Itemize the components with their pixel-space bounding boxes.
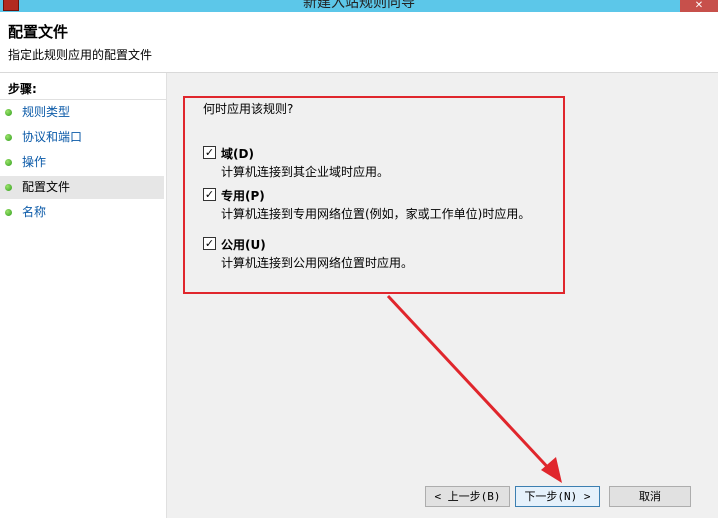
wizard-window: 新建入站规则向导 ✕ 配置文件 指定此规则应用的配置文件 步骤: 规则类型 协议… <box>0 0 718 518</box>
annotation-arrow-head <box>541 457 562 483</box>
next-button[interactable]: 下一步(N) > <box>515 486 600 507</box>
annotation-arrow-line <box>386 294 556 476</box>
cancel-button[interactable]: 取消 <box>609 486 691 507</box>
annotation-arrow <box>386 294 562 483</box>
back-button[interactable]: < 上一步(B) <box>425 486 510 507</box>
